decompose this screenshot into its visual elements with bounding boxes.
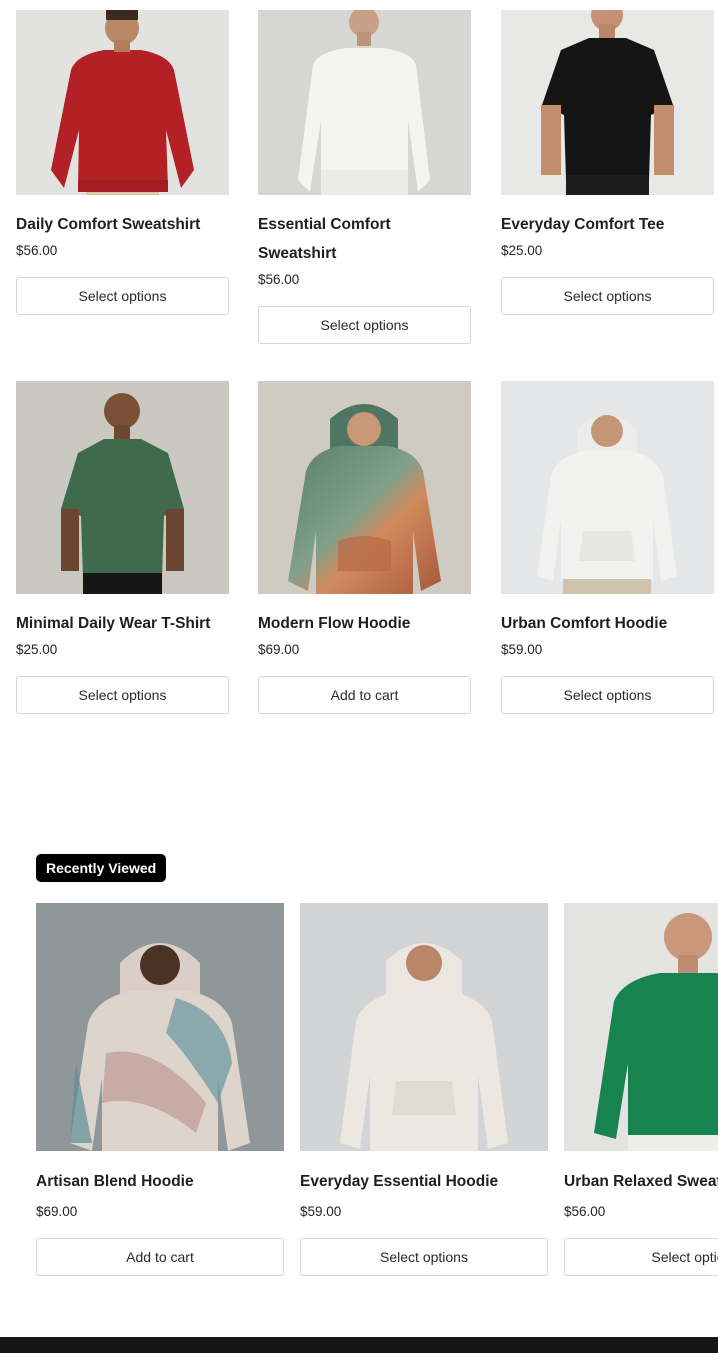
recently-viewed-card: Artisan Blend Hoodie $69.00 Add to cart [36,903,284,1276]
product-image[interactable] [258,381,471,594]
product-title[interactable]: Essential Comfort Sweatshirt [258,210,471,268]
select-options-button[interactable]: Select options [501,676,714,714]
product-image[interactable] [501,10,714,195]
recently-viewed-badge: Recently Viewed [36,854,167,882]
product-title[interactable]: Minimal Daily Wear T-Shirt [16,609,229,638]
recently-viewed-card: Everyday Essential Hoodie $59.00 Select … [300,903,548,1276]
product-title[interactable]: Urban Relaxed Sweat [564,1167,718,1196]
product-price: $69.00 [36,1204,78,1219]
product-price: $56.00 [16,243,58,258]
product-price: $25.00 [501,243,543,258]
product-title[interactable]: Urban Comfort Hoodie [501,609,714,638]
product-card: Minimal Daily Wear T-Shirt $25.00 Select… [16,381,229,714]
product-card: Daily Comfort Sweatshirt $56.00 Select o… [16,10,229,315]
product-image[interactable] [300,903,548,1151]
select-options-button[interactable]: Select options [258,306,471,344]
product-title[interactable]: Daily Comfort Sweatshirt [16,210,229,239]
product-card: Essential Comfort Sweatshirt $56.00 Sele… [258,10,471,344]
product-image[interactable] [501,381,714,594]
product-price: $59.00 [300,1204,342,1219]
product-image[interactable] [564,903,718,1151]
select-options-button[interactable]: Select options [16,277,229,315]
recently-viewed-carousel[interactable]: Artisan Blend Hoodie $69.00 Add to cart … [36,903,718,1283]
product-card: Everyday Comfort Tee $25.00 Select optio… [501,10,714,315]
product-title[interactable]: Artisan Blend Hoodie [36,1167,284,1196]
select-options-button[interactable]: Select options [501,277,714,315]
add-to-cart-button[interactable]: Add to cart [36,1238,284,1276]
product-image[interactable] [16,381,229,594]
select-options-button[interactable]: Select optio [564,1238,718,1276]
product-price: $59.00 [501,642,543,657]
product-card: Modern Flow Hoodie $69.00 Add to cart [258,381,471,714]
add-to-cart-button[interactable]: Add to cart [258,676,471,714]
product-title[interactable]: Modern Flow Hoodie [258,609,471,638]
site-footer [0,1337,718,1353]
select-options-button[interactable]: Select options [300,1238,548,1276]
product-price: $69.00 [258,642,300,657]
product-card: Urban Comfort Hoodie $59.00 Select optio… [501,381,714,714]
product-image[interactable] [16,10,229,195]
product-image[interactable] [258,10,471,195]
product-image[interactable] [36,903,284,1151]
product-price: $56.00 [564,1204,606,1219]
product-title[interactable]: Everyday Comfort Tee [501,210,714,239]
product-title[interactable]: Everyday Essential Hoodie [300,1167,548,1196]
recently-viewed-card: Urban Relaxed Sweat $56.00 Select optio [564,903,718,1276]
select-options-button[interactable]: Select options [16,676,229,714]
product-price: $25.00 [16,642,58,657]
product-price: $56.00 [258,272,300,287]
